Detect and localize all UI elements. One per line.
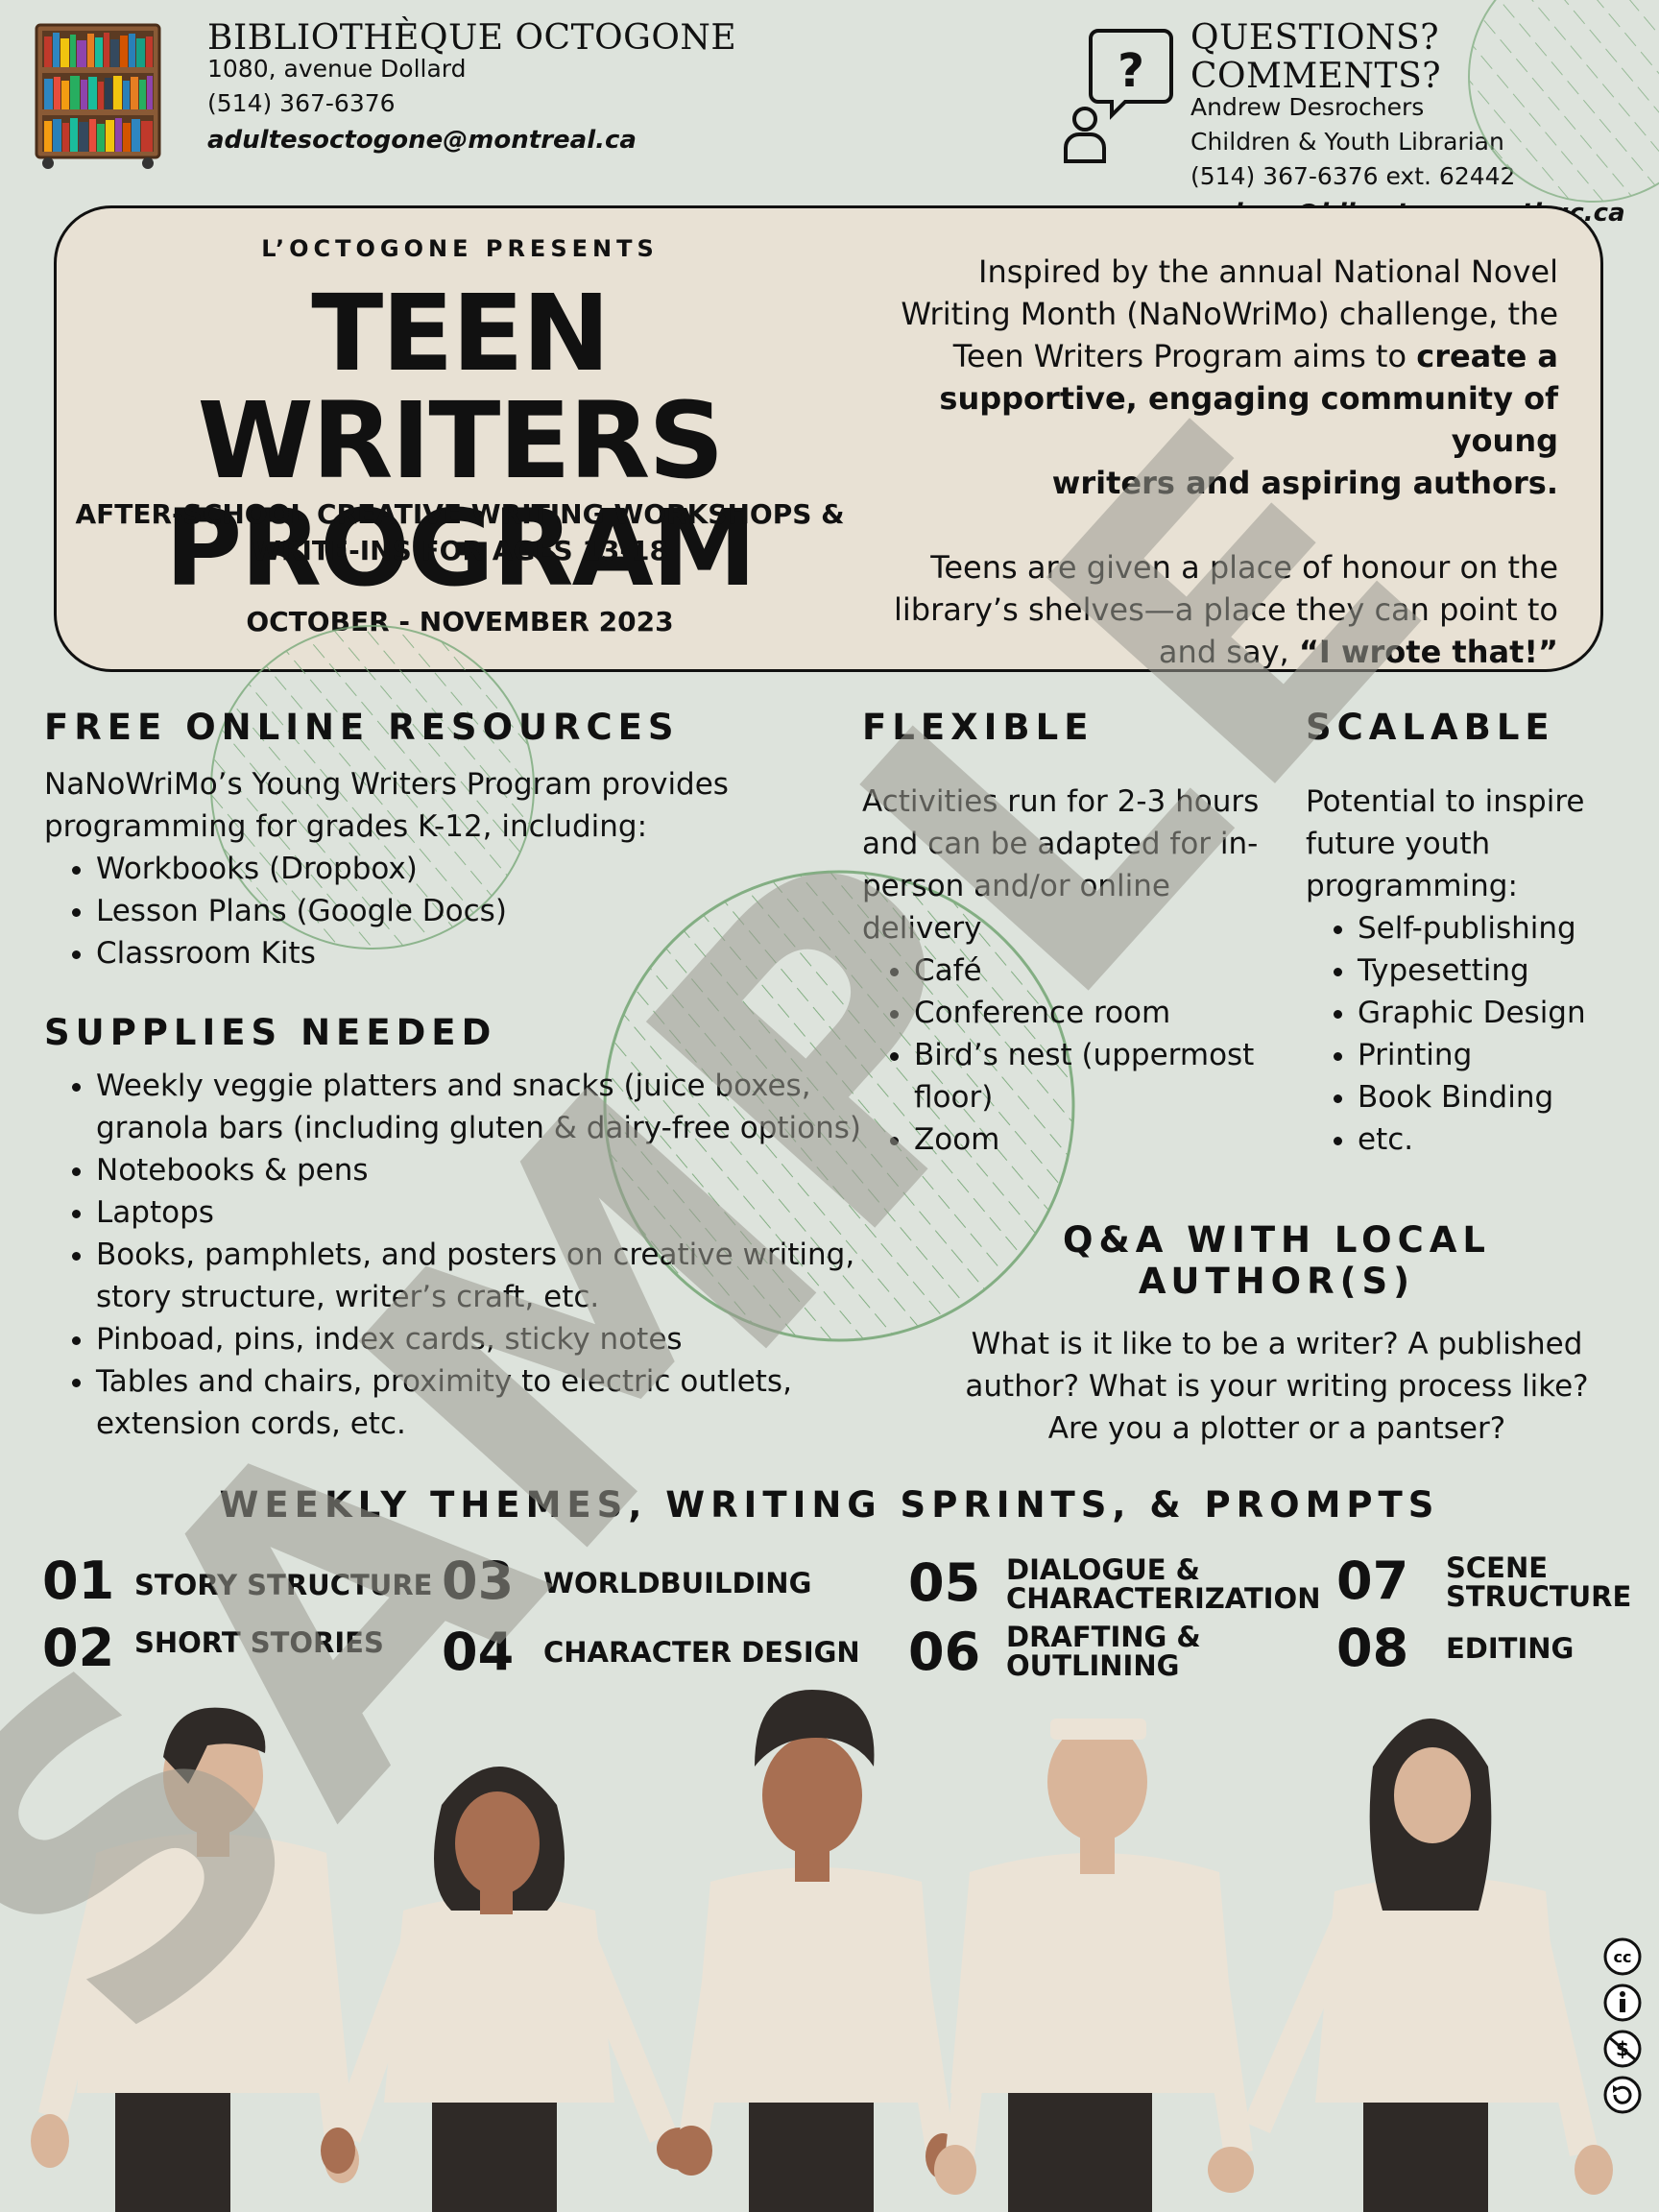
theme-label: CHARACTER DESIGN [543,1636,860,1669]
theme-number: 07 [1336,1551,1409,1611]
list-item-line: Weekly veggie platters and snacks (juice… [96,1069,811,1103]
list-item: Bird’s nest (uppermost floor) [914,1034,1265,1118]
theme-label: DIALOGUE & [1006,1553,1200,1586]
list-item: Self-publishing [1358,907,1632,950]
list-item-line: Bird’s nest (uppermost [914,1038,1255,1072]
list-item: Typesetting [1358,950,1632,992]
list-item-line: floor) [914,1080,994,1115]
list-item-line: Pinboad, pins, index cards, sticky notes [96,1322,683,1357]
scalable-intro: Potential to inspire future youth progra… [1306,781,1632,907]
list-item: Notebooks & pens [96,1149,870,1191]
list-item-line: Zoom [914,1122,1000,1157]
flexible-list: Café Conference room Bird’s nest (upperm… [862,950,1265,1161]
theme-label: STRUCTURE [1446,1580,1632,1613]
theme-label: OUTLINING [1006,1649,1180,1682]
list-item-line: Laptops [96,1195,214,1230]
theme-number: 01 [42,1551,115,1611]
list-item: Books, pamphlets, and posters on creativ… [96,1234,870,1318]
list-item-line: Café [914,953,982,988]
list-item-line: Books, pamphlets, and posters on creativ… [96,1238,855,1272]
by-icon [1603,1984,1642,2022]
list-item: Tables and chairs, proximity to electric… [96,1360,870,1445]
list-item: Laptops [96,1191,870,1234]
qa-line: What is it like to be a writer? A publis… [971,1327,1583,1361]
list-item: Classroom Kits [96,932,851,974]
theme-label: DRAFTING & [1006,1621,1201,1653]
resources-section: FREE ONLINE RESOURCES NaNoWriMo’s Young … [44,707,851,974]
scalable-list: Self-publishing Typesetting Graphic Desi… [1306,907,1632,1161]
resources-heading: FREE ONLINE RESOURCES [44,707,680,748]
theme-number: 08 [1336,1618,1409,1678]
list-item: Printing [1358,1034,1632,1076]
qa-line: Are you a plotter or a pantser? [1047,1411,1506,1446]
theme-label: CHARACTERIZATION [1006,1582,1321,1615]
list-item-line: Notebooks & pens [96,1153,369,1188]
flexible-heading: FLEXIBLE [862,707,1094,748]
list-item: Zoom [914,1118,1265,1161]
resources-list: Workbooks (Dropbox) Lesson Plans (Google… [44,848,851,974]
theme-number: 03 [442,1551,515,1611]
qa-heading: Q&A WITH LOCAL AUTHOR(S) [1063,1219,1491,1302]
scalable-intro-line: future youth [1306,827,1491,861]
flexible-intro-line: and can be adapted for in- [862,827,1259,861]
qa-section: Q&A WITH LOCAL AUTHOR(S) What is it like… [922,1219,1632,1450]
resources-intro-line: programming for grades K-12, including: [44,809,648,844]
list-item: Pinboad, pins, index cards, sticky notes [96,1318,870,1360]
resources-intro-line: NaNoWriMo’s Young Writers Program provid… [44,767,729,802]
flexible-intro-line: delivery [862,911,982,946]
teen-figure [31,1707,359,2212]
list-item: Book Binding [1358,1076,1632,1118]
theme-label: SCENE [1446,1551,1549,1584]
list-item: Workbooks (Dropbox) [96,848,851,890]
theme-label: EDITING [1446,1632,1575,1665]
list-item-line: Conference room [914,996,1171,1030]
qa-line: author? What is your writing process lik… [965,1369,1589,1404]
flexible-intro-line: Activities run for 2-3 hours [862,784,1260,819]
list-item: Graphic Design [1358,992,1632,1034]
scalable-heading: SCALABLE [1306,707,1555,748]
teen-figure [934,1719,1254,2212]
flexible-intro-line: person and/or online [862,869,1171,903]
list-item: Weekly veggie platters and snacks (juice… [96,1065,870,1149]
teen-figure [321,1767,703,2212]
scalable-intro-line: Potential to inspire [1306,784,1585,819]
list-item-line: extension cords, etc. [96,1407,406,1441]
theme-number: 06 [908,1622,981,1682]
scalable-section: SCALABLE Potential to inspire future you… [1306,707,1632,1161]
svg-text:cc: cc [1614,1948,1632,1966]
teen-figure [670,1690,960,2212]
theme-label: SHORT STORIES [134,1626,384,1659]
list-item-line: story structure, writer’s craft, etc. [96,1280,600,1314]
flexible-section: FLEXIBLE Activities run for 2-3 hours an… [862,707,1265,1161]
flexible-intro: Activities run for 2-3 hours and can be … [862,781,1265,950]
list-item: Conference room [914,992,1265,1034]
supplies-heading: SUPPLIES NEEDED [44,1012,497,1053]
list-item: Lesson Plans (Google Docs) [96,890,851,932]
supplies-section: SUPPLIES NEEDED Weekly veggie platters a… [44,1012,870,1445]
themes-heading: WEEKLY THEMES, WRITING SPRINTS, & PROMPT… [219,1484,1440,1526]
teens-illustration [31,1690,1613,2212]
supplies-list: Weekly veggie platters and snacks (juice… [44,1065,870,1445]
list-item: Café [914,950,1265,992]
theme-number: 02 [42,1618,115,1678]
teen-figure [1243,1719,1613,2212]
license-icons: cc $ [1601,1936,1644,2120]
nc-icon: $ [1603,2030,1642,2068]
list-item: etc. [1358,1118,1632,1161]
list-item-line: granola bars (including gluten & dairy-f… [96,1111,862,1145]
theme-label: STORY STRUCTURE [134,1569,433,1601]
scalable-intro-line: programming: [1306,869,1518,903]
sa-icon [1603,2076,1642,2114]
list-item-line: Tables and chairs, proximity to electric… [96,1364,792,1399]
resources-intro: NaNoWriMo’s Young Writers Program provid… [44,763,851,848]
cc-icon: cc [1603,1937,1642,1976]
theme-label: WORLDBUILDING [543,1567,812,1599]
theme-number: 05 [908,1552,981,1613]
theme-number: 04 [442,1622,515,1682]
qa-body: What is it like to be a writer? A publis… [922,1323,1632,1450]
